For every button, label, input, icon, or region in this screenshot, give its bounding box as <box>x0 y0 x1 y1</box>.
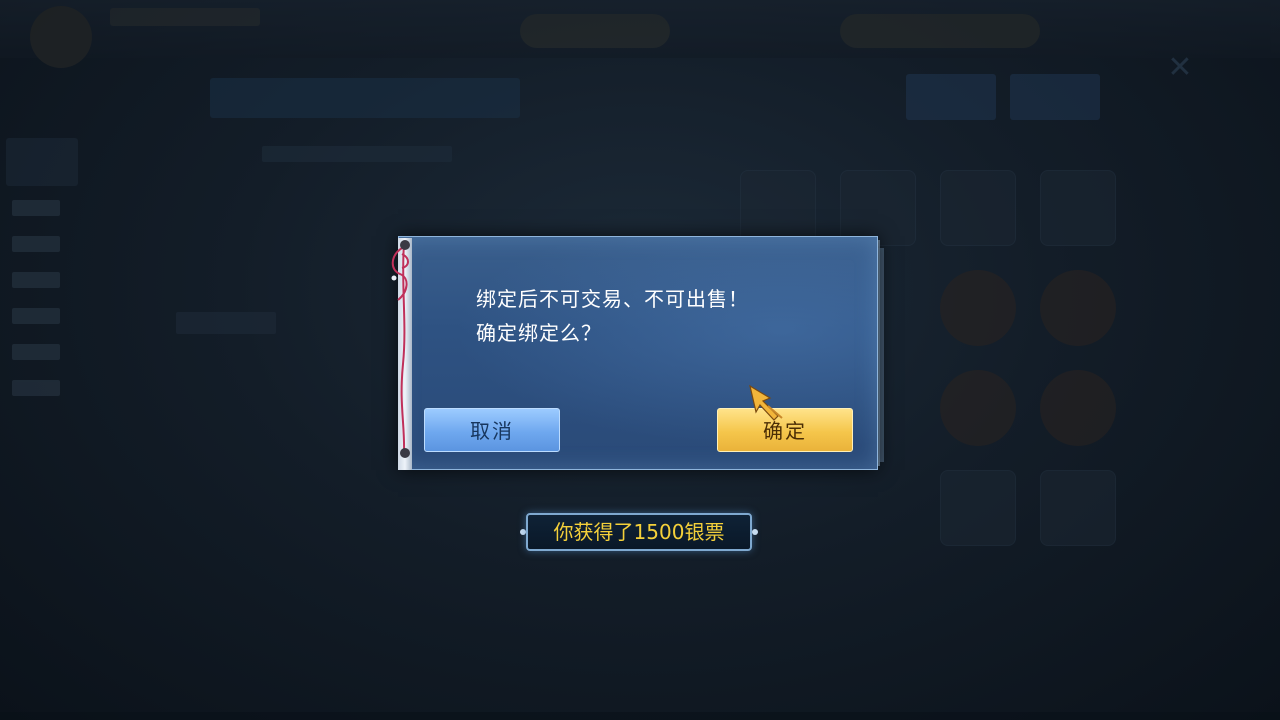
resource-bar <box>520 14 670 48</box>
search-bar <box>210 78 520 118</box>
item-slot <box>740 170 816 246</box>
bottom-strip <box>0 712 1280 720</box>
reward-toast: 你获得了1500银票 <box>526 513 752 551</box>
item-slot <box>940 370 1016 446</box>
avatar <box>30 6 92 68</box>
item-slot <box>940 170 1016 246</box>
cancel-button[interactable]: 取消 <box>424 408 560 452</box>
message-line-2: 确定绑定么？ <box>476 321 602 345</box>
item-slot <box>1040 170 1116 246</box>
message-line-1: 绑定后不可交易、不可出售！ <box>476 287 749 311</box>
dialog-page-edge <box>878 248 884 462</box>
item-slot <box>1040 270 1116 346</box>
sidebar-item <box>12 380 60 396</box>
player-name-bar <box>110 8 260 26</box>
resource-bar <box>840 14 1040 48</box>
toast-right-cap <box>752 529 758 535</box>
game-screen: ✕ 绑定后不可交易、不可出售！ 确定绑定么？ 取消 确定 你获得了1500银票 <box>0 0 1280 720</box>
arrow-cursor-icon <box>749 384 783 421</box>
sidebar-item <box>12 272 60 288</box>
background-title <box>262 146 452 162</box>
sidebar-item <box>12 344 60 360</box>
item-slot <box>840 170 916 246</box>
tab <box>1010 74 1100 120</box>
background-label <box>176 312 276 334</box>
tab <box>906 74 996 120</box>
item-slot <box>940 270 1016 346</box>
sidebar-tab <box>6 138 78 186</box>
dialog-message: 绑定后不可交易、不可出售！ 确定绑定么？ <box>476 282 836 350</box>
item-slot <box>1040 370 1116 446</box>
scroll-knob <box>400 240 410 250</box>
close-icon: ✕ <box>1167 50 1193 85</box>
sidebar-item <box>12 308 60 324</box>
item-slot <box>940 470 1016 546</box>
sidebar-item <box>12 200 60 216</box>
sidebar-item <box>12 236 60 252</box>
item-slot <box>1040 470 1116 546</box>
ribbon-bow-icon <box>391 247 409 301</box>
scroll-knob <box>400 448 410 458</box>
